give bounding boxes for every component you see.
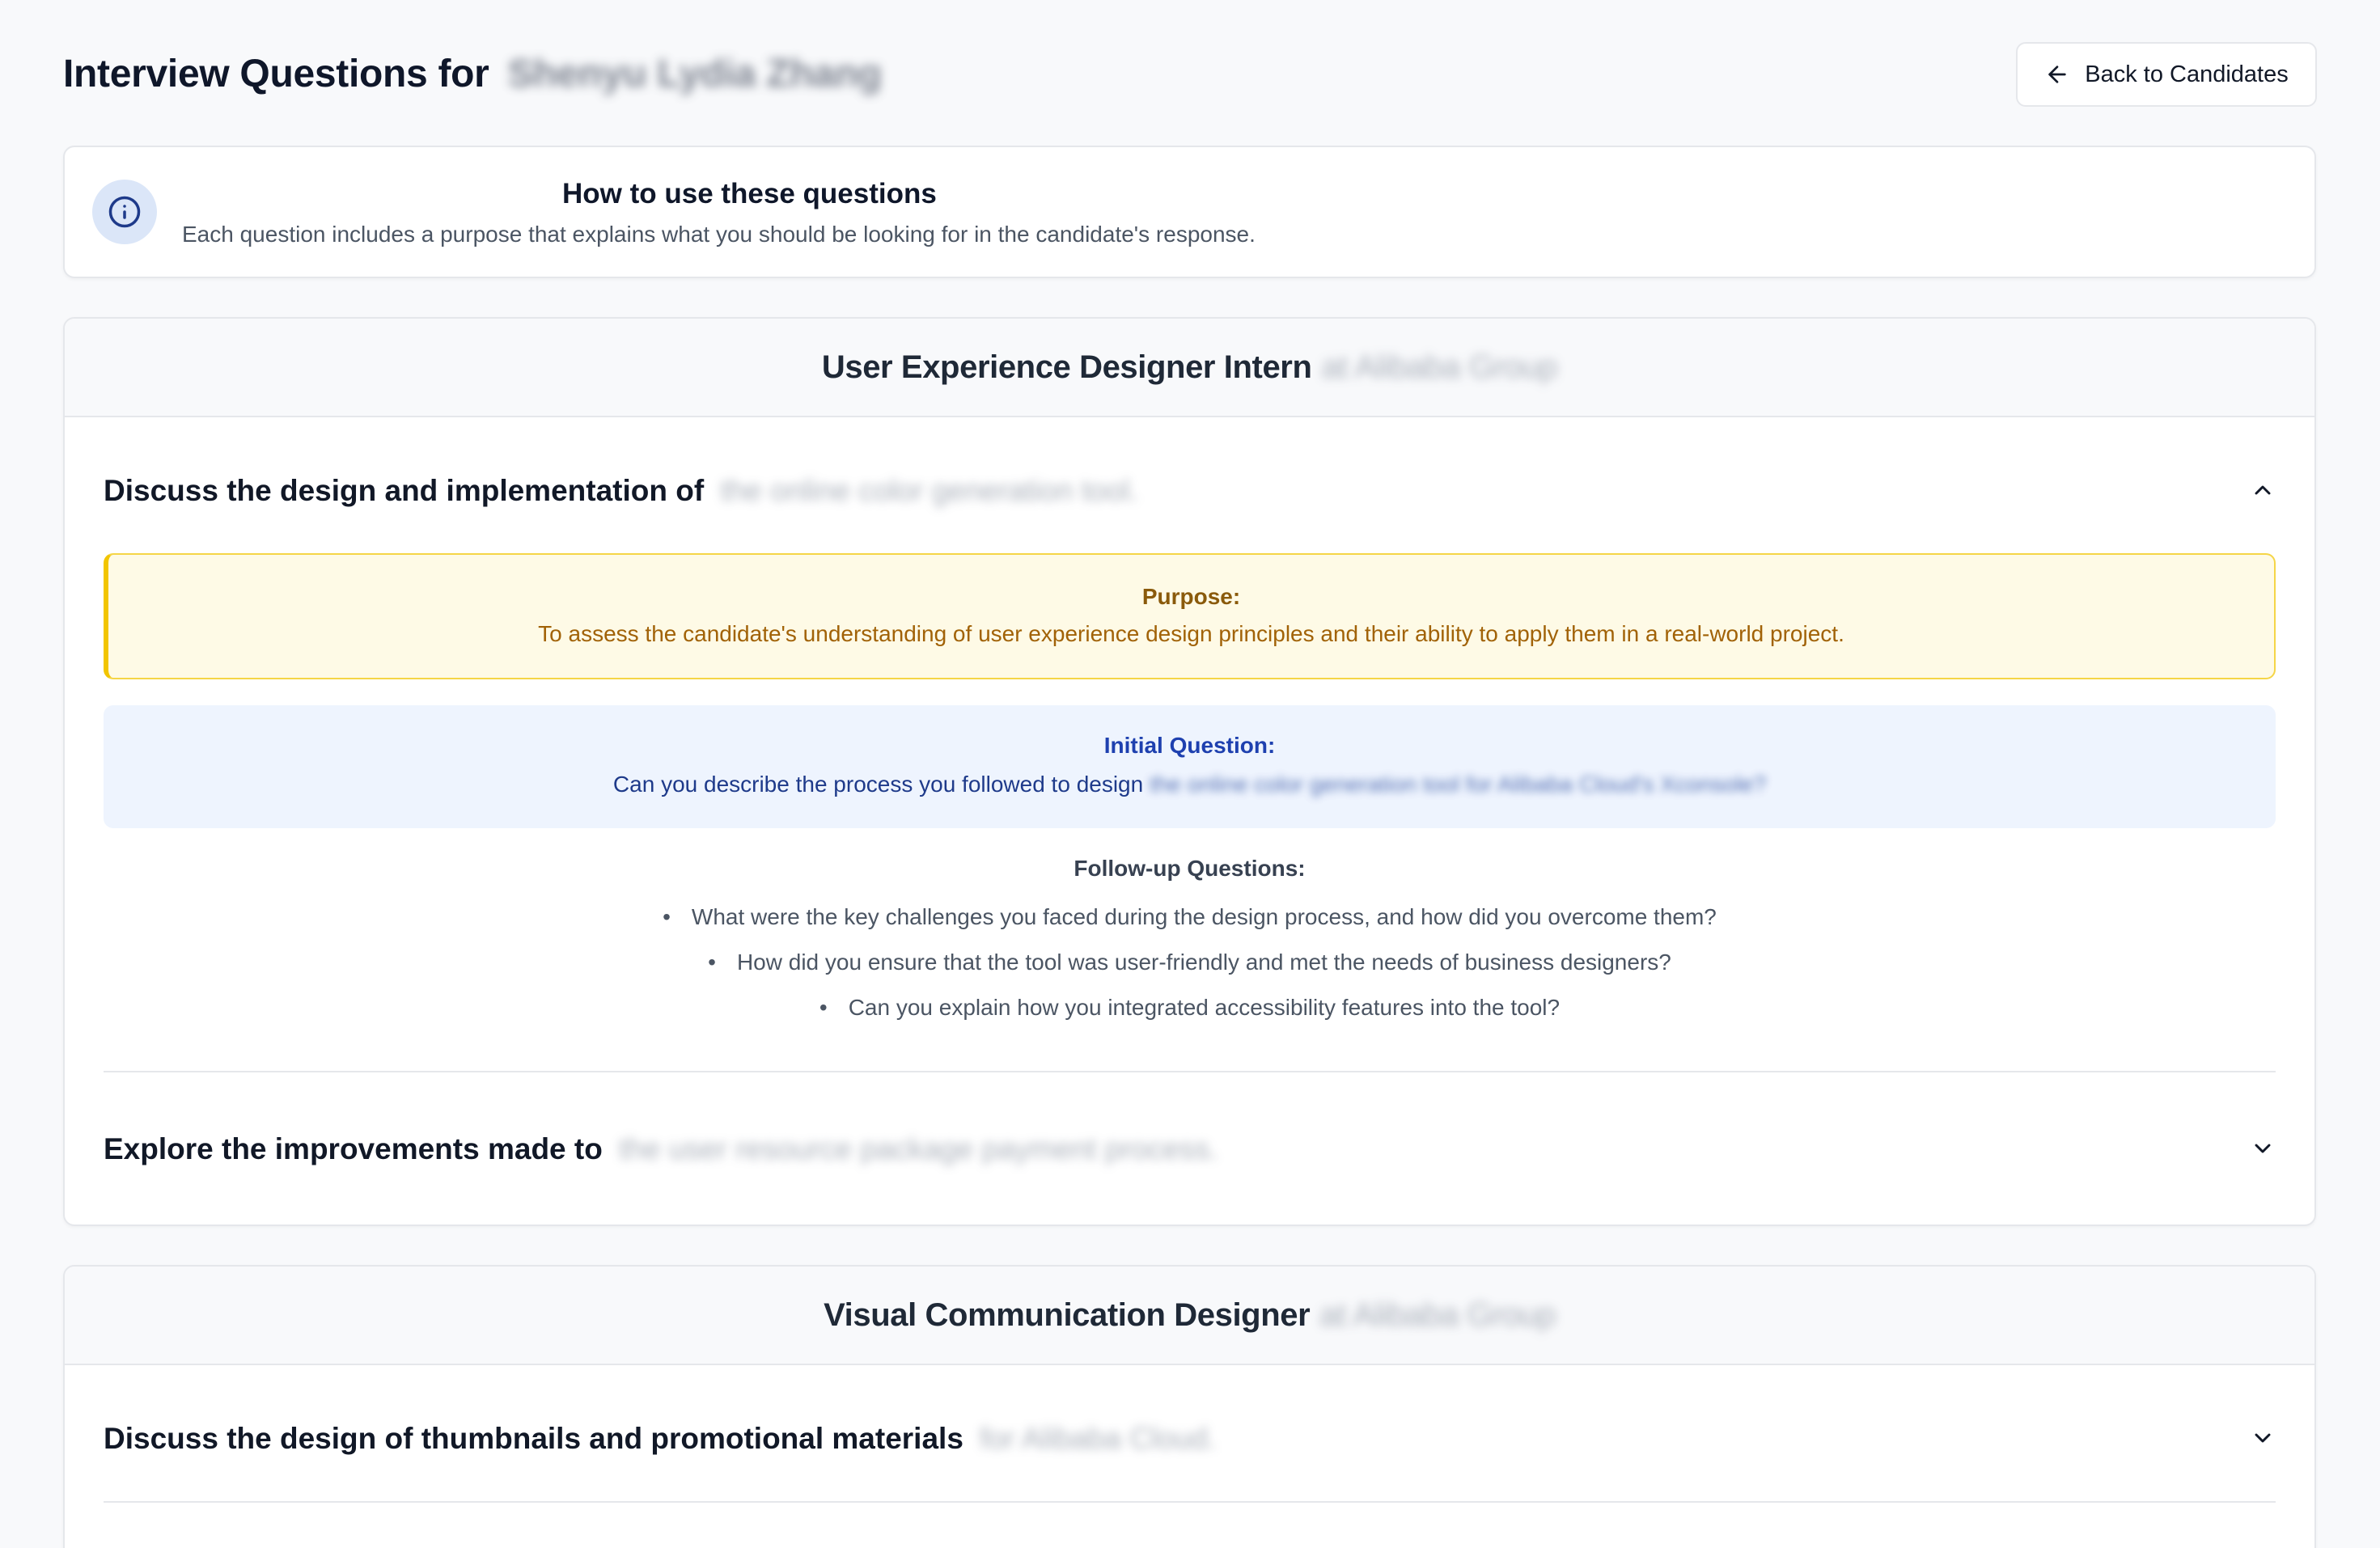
usage-info-card: How to use these questions Each question… <box>63 146 2316 278</box>
chevron-up-icon[interactable] <box>2250 477 2276 503</box>
role-card-visual-communication-designer: Visual Communication Designer at Alibaba… <box>63 1265 2316 1548</box>
purpose-text: To assess the candidate's understanding … <box>538 621 1844 646</box>
page: Interview Questions for Shenyu Lydia Zha… <box>0 0 2380 1548</box>
role-header: User Experience Designer Intern at Aliba… <box>65 319 2314 417</box>
followup-item: Can you explain how you integrated acces… <box>65 985 2314 1030</box>
role-company: at Alibaba Group <box>1321 349 1558 385</box>
purpose-box: Purpose: To assess the candidate's under… <box>104 553 2276 679</box>
followup-item: What were the key challenges you faced d… <box>65 895 2314 940</box>
topic-title-rest: the online color generation tool. <box>720 474 1138 507</box>
back-button-label: Back to Candidates <box>2085 61 2289 87</box>
info-title: How to use these questions <box>562 178 937 209</box>
chevron-down-icon[interactable] <box>2250 1425 2276 1451</box>
role-card-ux-designer-intern: User Experience Designer Intern at Aliba… <box>63 317 2316 1226</box>
initial-question-box: Initial Question: Can you describe the p… <box>104 705 2276 828</box>
topic-title-prefix: Discuss the design and implementation of <box>104 474 705 507</box>
topic-title-rest: the user resource package payment proces… <box>619 1132 1218 1165</box>
topic-header-payment-process[interactable]: Explore the improvements made to the use… <box>104 1132 2276 1165</box>
page-title-prefix: Interview Questions for <box>63 53 489 95</box>
role-company: at Alibaba Group <box>1319 1296 1556 1333</box>
topic-header-color-tool[interactable]: Discuss the design and implementation of… <box>104 474 2276 508</box>
topic-title: Discuss the design and implementation of… <box>104 474 1138 508</box>
divider <box>104 1501 2276 1503</box>
initial-question-prefix: Can you describe the process you followe… <box>612 772 1144 797</box>
topic-title: Discuss the design of thumbnails and pro… <box>104 1422 1216 1456</box>
topic-title: Explore the improvements made to the use… <box>104 1132 1218 1166</box>
topic-header-thumbnails[interactable]: Discuss the design of thumbnails and pro… <box>104 1422 2276 1456</box>
topic-title-prefix: Explore the improvements made to <box>104 1132 603 1165</box>
followup-label: Follow-up Questions: <box>1074 856 1306 881</box>
chevron-down-icon[interactable] <box>2250 1136 2276 1161</box>
purpose-label: Purpose: <box>1141 584 1241 609</box>
info-description: Each question includes a purpose that ex… <box>182 222 1256 247</box>
role-header: Visual Communication Designer at Alibaba… <box>65 1267 2314 1365</box>
role-title: Visual Communication Designer <box>824 1296 1311 1333</box>
back-to-candidates-button[interactable]: Back to Candidates <box>2016 42 2317 107</box>
initial-question-label: Initial Question: <box>1103 733 1276 758</box>
initial-question-text: Can you describe the process you followe… <box>104 772 2276 797</box>
arrow-left-icon <box>2048 66 2066 83</box>
page-title: Interview Questions for Shenyu Lydia Zha… <box>63 49 882 100</box>
initial-question-rest: the online color generation tool for Ali… <box>1150 772 1767 797</box>
role-title: User Experience Designer Intern <box>821 349 1312 385</box>
topic-title-rest: for Alibaba Cloud. <box>980 1422 1217 1455</box>
divider <box>104 1071 2276 1072</box>
page-header: Interview Questions for Shenyu Lydia Zha… <box>63 0 2317 146</box>
followup-item: How did you ensure that the tool was use… <box>65 940 2314 985</box>
candidate-name: Shenyu Lydia Zhang <box>507 53 883 95</box>
followup-list: What were the key challenges you faced d… <box>65 895 2314 1030</box>
topic-title-prefix: Discuss the design of thumbnails and pro… <box>104 1422 963 1455</box>
info-icon <box>92 180 157 244</box>
